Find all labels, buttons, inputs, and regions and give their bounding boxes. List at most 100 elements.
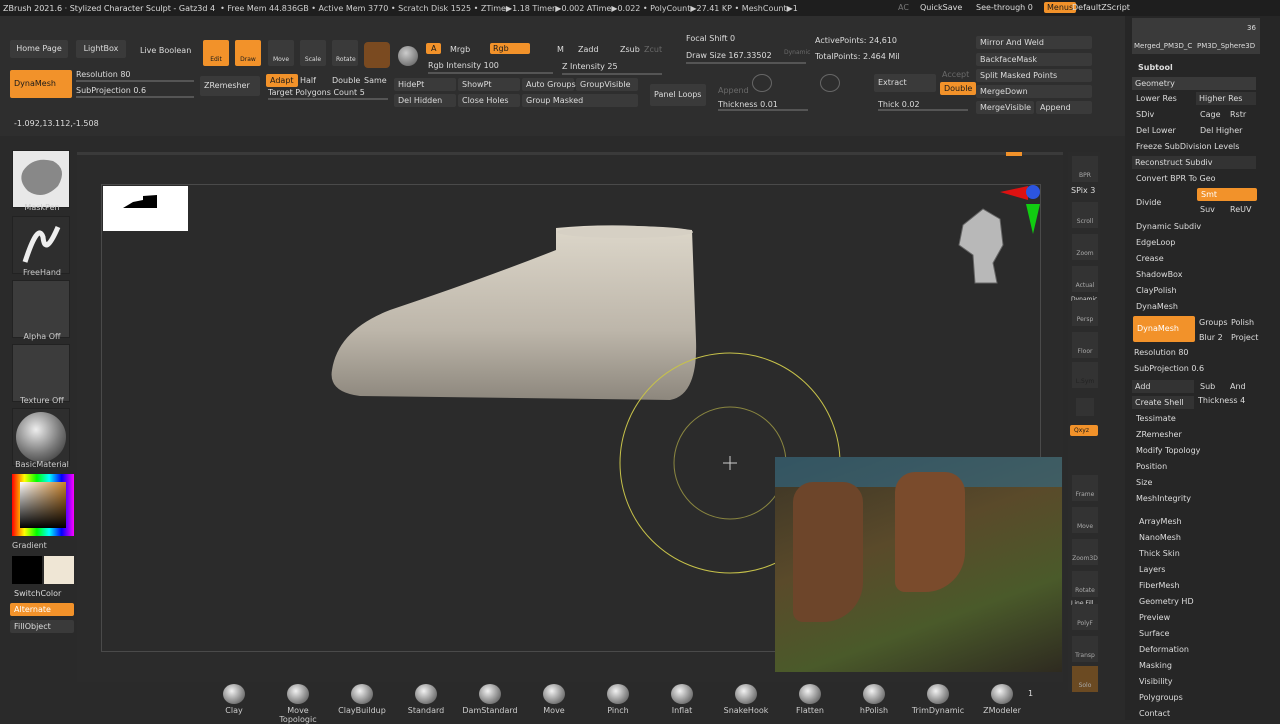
merge-down-button[interactable]: MergeDown [976, 85, 1092, 98]
project-toggle[interactable]: Project [1231, 333, 1258, 342]
material-sphere-icon[interactable] [12, 408, 70, 466]
thick-skin-section[interactable]: Thick Skin [1139, 549, 1180, 558]
polyf-button[interactable]: PolyF [1072, 604, 1098, 630]
brush-pinch[interactable]: Pinch [588, 684, 648, 715]
lock-icon[interactable] [1076, 398, 1094, 416]
zremesher-section[interactable]: ZRemesher [1136, 430, 1182, 439]
showpt-button[interactable]: ShowPt [458, 78, 520, 91]
resolution-track[interactable] [76, 80, 194, 82]
shell-thickness-slider[interactable]: Thickness 4 [1198, 396, 1245, 405]
gradient-label[interactable]: Gradient [0, 541, 66, 550]
freehand-stroke-icon[interactable] [12, 216, 70, 274]
alternate-button[interactable]: Alternate [10, 603, 74, 616]
thick-track[interactable] [878, 109, 968, 111]
scroll-button[interactable]: Scroll [1072, 202, 1098, 228]
geometry-hd-section[interactable]: Geometry HD [1139, 597, 1194, 606]
brush-damstandard[interactable]: DamStandard [460, 684, 520, 715]
lower-res-button[interactable]: Lower Res [1136, 94, 1177, 103]
group-masked-button[interactable]: Group Masked [522, 94, 638, 107]
brush-hpolish[interactable]: hPolish [844, 684, 904, 715]
rgb-button[interactable]: Rgb [490, 43, 530, 54]
draw-mode-button[interactable]: Draw [235, 40, 261, 66]
dynamesh-subprojection-slider[interactable]: SubProjection 0.6 [1134, 364, 1204, 373]
panel-loops-button[interactable]: Panel Loops [650, 84, 706, 106]
contact-section[interactable]: Contact [1139, 709, 1170, 718]
target-polygons-slider[interactable]: Target Polygons Count 5 [268, 88, 365, 97]
brush-trimdynamic[interactable]: TrimDynamic [908, 684, 968, 715]
subprojection-track[interactable] [76, 96, 194, 98]
merge-visible-button[interactable]: MergeVisible [976, 101, 1034, 114]
reconstruct-subdiv-button[interactable]: Reconstruct Subdiv [1132, 156, 1256, 169]
spix-slider[interactable]: SPix 3 [1071, 186, 1095, 195]
groups-toggle[interactable]: Groups [1199, 318, 1228, 327]
d-circle-icon[interactable] [820, 74, 840, 92]
edgeloop-section[interactable]: EdgeLoop [1136, 238, 1175, 247]
brush-move[interactable]: Move [524, 684, 584, 715]
surface-section[interactable]: Surface [1139, 629, 1169, 638]
higher-res-button[interactable]: Higher Res [1196, 92, 1256, 105]
brush-inflat[interactable]: Inflat [652, 684, 712, 715]
layers-section[interactable]: Layers [1139, 565, 1165, 574]
convert-bpr-button[interactable]: Convert BPR To Geo [1136, 174, 1216, 183]
brush-icon[interactable] [364, 42, 390, 68]
thick-slider[interactable]: Thick 0.02 [878, 100, 920, 109]
focal-shift-slider[interactable]: Focal Shift 0 [686, 34, 735, 43]
dynamesh-section[interactable]: DynaMesh [1136, 302, 1178, 311]
script-label[interactable]: DefaultZScript [1072, 3, 1130, 12]
zadd-button[interactable]: Zadd [578, 45, 599, 54]
polish-toggle[interactable]: Polish [1231, 318, 1254, 327]
close-holes-button[interactable]: Close Holes [458, 94, 520, 107]
zcut-button[interactable]: Zcut [644, 45, 662, 54]
del-hidden-button[interactable]: Del Hidden [394, 94, 456, 107]
thickness-slider[interactable]: Thickness 0.01 [718, 100, 778, 109]
sub-button[interactable]: Sub [1200, 382, 1215, 391]
zremesher-button[interactable]: ZRemesher [200, 76, 260, 96]
texture-slot[interactable] [12, 344, 70, 402]
zsub-button[interactable]: Zsub [620, 45, 640, 54]
lightbox-button[interactable]: LightBox [76, 40, 126, 58]
divide-button[interactable]: Divide [1136, 198, 1161, 207]
mirror-weld-button[interactable]: Mirror And Weld [976, 36, 1092, 49]
smt-toggle[interactable]: Smt [1197, 188, 1257, 201]
blur-slider[interactable]: Blur 2 [1199, 333, 1223, 342]
m-button[interactable]: M [557, 45, 564, 54]
color-picker[interactable] [12, 474, 74, 536]
floor-button[interactable]: Floor [1072, 332, 1098, 358]
freeze-subdiv-button[interactable]: Freeze SubDivision Levels [1136, 142, 1239, 151]
same-button[interactable]: Same [364, 76, 387, 85]
draw-size-track[interactable] [686, 62, 806, 64]
maskpen-brush-icon[interactable] [12, 150, 70, 208]
live-boolean-button[interactable]: Live Boolean [140, 46, 191, 55]
brush-claybuildup[interactable]: ClayBuildup [332, 684, 392, 715]
z-intensity-slider[interactable]: Z Intensity 25 [562, 62, 618, 71]
tessimate-section[interactable]: Tessimate [1136, 414, 1176, 423]
subtool-header[interactable]: Subtool [1138, 63, 1173, 72]
secondary-color-swatch[interactable] [44, 556, 74, 584]
geometry-header[interactable]: Geometry [1132, 77, 1256, 90]
fill-object-button[interactable]: FillObject [10, 620, 74, 633]
cage-button[interactable]: Cage [1200, 110, 1221, 119]
alpha-slot[interactable] [12, 280, 70, 338]
backface-mask-button[interactable]: BackfaceMask [976, 53, 1092, 66]
del-higher-button[interactable]: Del Higher [1200, 126, 1242, 135]
rotate-view-button[interactable]: Rotate [1072, 571, 1098, 597]
split-masked-button[interactable]: Split Masked Points [976, 69, 1092, 82]
double-extract-button[interactable]: Double [940, 82, 977, 95]
append-button[interactable]: Append [1036, 101, 1092, 114]
nanomesh-section[interactable]: NanoMesh [1139, 533, 1181, 542]
brush-clay[interactable]: Clay [204, 684, 264, 715]
half-button[interactable]: Half [300, 76, 316, 85]
material-icon[interactable] [398, 46, 418, 66]
transp-button[interactable]: Transp [1072, 636, 1098, 662]
target-polygons-track[interactable] [268, 98, 388, 100]
crease-section[interactable]: Crease [1136, 254, 1164, 263]
create-shell-button[interactable]: Create Shell [1132, 396, 1194, 409]
adapt-button[interactable]: Adapt [266, 74, 298, 87]
hidept-button[interactable]: HidePt [394, 78, 456, 91]
brush-zmodeler[interactable]: ZModeler [972, 684, 1032, 715]
brush-snakehook[interactable]: SnakeHook [716, 684, 776, 715]
seethrough-slider[interactable]: See-through 0 [976, 3, 1033, 12]
extract-button[interactable]: Extract [874, 74, 936, 92]
polygroups-section[interactable]: Polygroups [1139, 693, 1183, 702]
arraymesh-section[interactable]: ArrayMesh [1139, 517, 1182, 526]
